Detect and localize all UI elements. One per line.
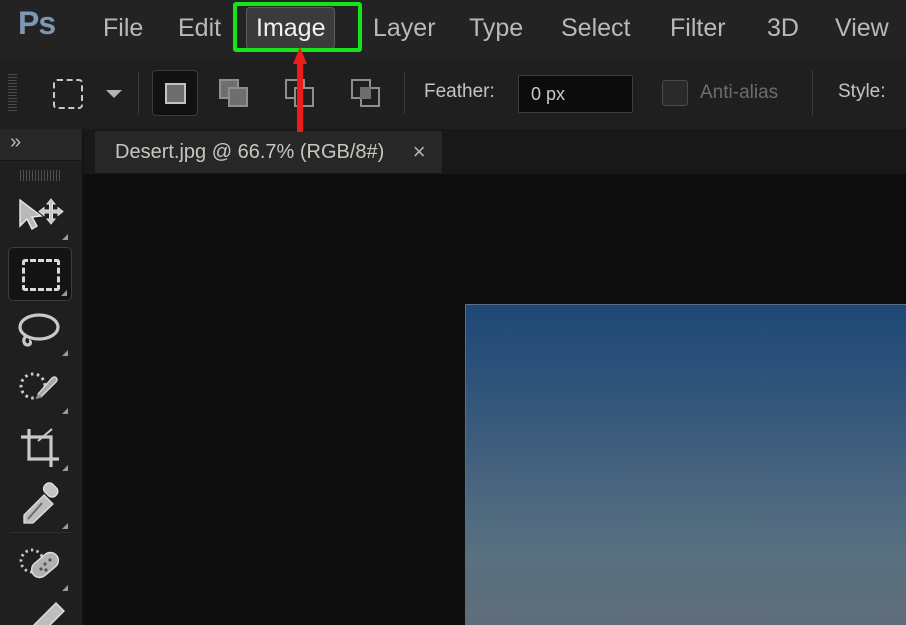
canvas-area[interactable] [83,174,906,625]
spot-healing-brush-tool-button[interactable] [8,541,72,595]
options-divider-1 [138,72,139,114]
menu-item-image[interactable]: Image [246,7,336,49]
close-icon[interactable]: × [413,131,426,173]
tool-flyout-indicator[interactable] [62,585,68,591]
add-to-selection-button[interactable] [211,70,257,116]
tool-flyout-indicator[interactable] [62,350,68,356]
options-bar-drag-handle[interactable] [8,74,17,112]
chevron-down-icon[interactable] [106,90,122,98]
anti-alias-checkbox[interactable] [662,80,688,106]
menu-item-filter[interactable]: Filter [661,7,735,49]
feather-input[interactable]: 0 px [518,75,633,113]
tool-flyout-indicator[interactable] [62,523,68,529]
photoshop-window: Ps File Edit Image Layer Type Select Fil… [0,0,906,625]
menu-item-layer[interactable]: Layer [364,7,445,49]
tool-flyout-indicator[interactable] [62,465,68,471]
rectangular-marquee-tool-button[interactable] [8,247,72,301]
tool-flyout-indicator[interactable] [62,408,68,414]
options-divider-2 [404,72,405,114]
options-divider-3 [812,70,813,116]
anti-alias-label: Anti-alias [700,82,779,103]
document-image[interactable] [465,304,906,625]
tool-flyout-indicator[interactable] [62,234,68,240]
double-chevron-right-icon: » [10,131,21,153]
brush-tool-icon [33,602,65,625]
tools-divider [10,532,72,533]
new-selection-icon [165,83,186,104]
collapse-panel-button[interactable]: » [0,129,82,161]
subtract-from-selection-button[interactable] [277,70,323,116]
tools-panel-drag-handle[interactable] [20,168,62,181]
style-label: Style: [838,81,886,102]
intersect-with-selection-button[interactable] [343,70,389,116]
document-tab-title: Desert.jpg @ 66.7% (RGB/8#) [115,141,385,163]
menu-bar: Ps File Edit Image Layer Type Select Fil… [0,0,906,58]
rectangular-marquee-tool-icon [22,259,60,291]
rectangular-marquee-icon[interactable] [53,79,83,109]
menu-item-file[interactable]: File [94,7,152,49]
menu-item-edit[interactable]: Edit [169,7,230,49]
add-to-selection-icon-front [228,87,248,107]
photoshop-logo: Ps [18,5,56,41]
menu-item-view[interactable]: View [826,7,898,49]
menu-item-type[interactable]: Type [460,7,532,49]
eyedropper-tool-button[interactable] [8,479,72,533]
menu-item-3d[interactable]: 3D [758,7,808,49]
crop-tool-button[interactable] [8,421,72,475]
document-tab[interactable]: Desert.jpg @ 66.7% (RGB/8#) × [95,131,442,173]
lasso-tool-button[interactable] [8,306,72,360]
quick-selection-tool-button[interactable] [8,364,72,418]
tool-flyout-indicator[interactable] [61,290,67,296]
feather-label: Feather: [424,81,495,102]
tools-panel: » [0,129,83,625]
intersect-icon-overlap [360,87,371,99]
subtract-from-selection-icon-front [294,87,314,107]
brush-tool-button[interactable] [8,599,72,625]
move-tool-button[interactable] [8,190,72,244]
new-selection-button[interactable] [152,70,198,116]
document-tab-bar: Desert.jpg @ 66.7% (RGB/8#) × [83,129,906,175]
menu-item-select[interactable]: Select [552,7,639,49]
